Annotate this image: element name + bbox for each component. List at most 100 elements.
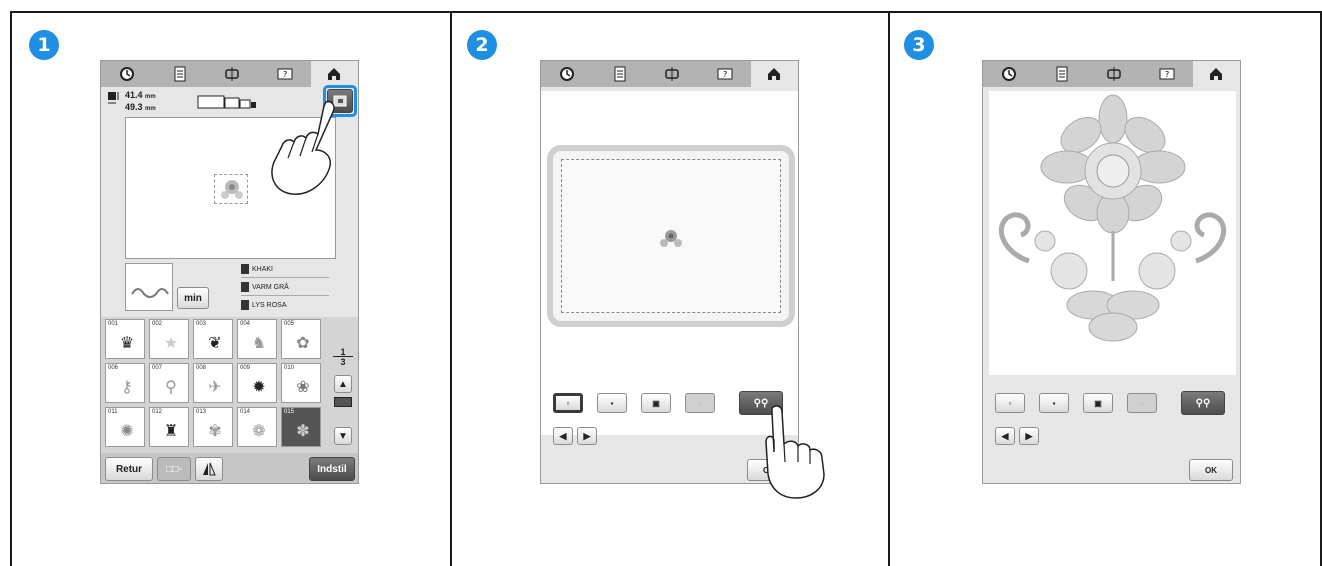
document-button[interactable]: [593, 61, 645, 87]
document-icon: [614, 66, 626, 82]
hoop-icon: ▫: [1140, 398, 1144, 408]
svg-text:?: ?: [283, 70, 287, 79]
hoop-layout-button[interactable]: □□▫: [157, 457, 191, 481]
mirror-button[interactable]: [195, 457, 223, 481]
pattern-cell[interactable]: 005 ✿: [281, 319, 321, 359]
rotate-left-button[interactable]: ◀: [553, 427, 573, 445]
hoop-button[interactable]: [206, 61, 258, 87]
pattern-cell[interactable]: 012 ♜: [149, 407, 189, 447]
key-icon: ⚲: [165, 379, 177, 396]
thread-color-2: VARM GRÅ: [241, 282, 289, 292]
hoop-size-2-button[interactable]: ▪: [1039, 393, 1069, 413]
help-button[interactable]: ?: [1140, 61, 1192, 87]
home-button[interactable]: [310, 61, 358, 87]
clock-icon: [120, 67, 135, 81]
topbar: ?: [101, 61, 358, 87]
pattern-cell[interactable]: 008 ✈: [193, 363, 233, 403]
flower-design-icon: [214, 174, 248, 204]
ok-button[interactable]: OK: [1189, 459, 1233, 481]
hand-pointer-icon: [754, 404, 834, 500]
scrollbar-thumb[interactable]: [334, 397, 352, 407]
document-icon: [174, 66, 186, 82]
hoop-size-indicator: [197, 95, 257, 109]
zoom-toggle-button[interactable]: ⚲⚲: [1181, 391, 1225, 415]
star-icon: ★: [163, 335, 179, 352]
home-button[interactable]: [750, 61, 798, 87]
triangle-right-icon: ▶: [583, 430, 591, 441]
lion-icon: ♜: [163, 423, 179, 440]
pattern-cell[interactable]: 009 ✹: [237, 363, 277, 403]
pattern-cell[interactable]: 004 ♞: [237, 319, 277, 359]
help-button[interactable]: ?: [698, 61, 750, 87]
hoop-size-1-button[interactable]: ▫: [553, 393, 583, 413]
hoop-icon: [1107, 67, 1121, 81]
retur-button[interactable]: Retur: [105, 457, 153, 481]
hoop-size-4-button[interactable]: ▫: [685, 393, 715, 413]
preview-canvas: [541, 91, 798, 435]
size-icon: [107, 91, 121, 105]
help-icon: ?: [717, 68, 733, 80]
pattern-icon: ❦: [208, 335, 222, 352]
bottom-bar: Retur □□▫ Indstil: [101, 453, 358, 483]
document-button[interactable]: [1035, 61, 1087, 87]
clock-icon: [1002, 67, 1017, 81]
rotate-right-button[interactable]: ▶: [1019, 427, 1039, 445]
thread-color-1: KHAKI: [241, 264, 273, 274]
home-icon: [768, 68, 781, 80]
divider-2: [888, 13, 890, 566]
scroll-down-button[interactable]: ▼: [334, 427, 352, 445]
hoop-button[interactable]: [646, 61, 698, 87]
clock-button[interactable]: [983, 61, 1035, 87]
pattern-cell[interactable]: 013 ✾: [193, 407, 233, 447]
hoop-size-2-button[interactable]: ▪: [597, 393, 627, 413]
scroll-up-button[interactable]: ▲: [334, 375, 352, 393]
pattern-cell[interactable]: 006 ⚷: [105, 363, 145, 403]
hand-pointer-icon: [266, 98, 350, 198]
hoop-size-3-button[interactable]: ▣: [641, 393, 671, 413]
hoop-icon: ▣: [652, 398, 660, 408]
clock-button[interactable]: [101, 61, 153, 87]
pattern-cell[interactable]: 002 ★: [149, 319, 189, 359]
hoop-icon: [665, 67, 679, 81]
rotate-left-button[interactable]: ◀: [995, 427, 1015, 445]
flower-design-icon: ✽: [296, 423, 310, 440]
indstil-button[interactable]: Indstil: [309, 457, 355, 481]
triangle-up-icon: ▲: [338, 378, 348, 390]
svg-text:?: ?: [723, 70, 727, 79]
min-button[interactable]: min: [177, 287, 209, 309]
document-button[interactable]: [153, 61, 205, 87]
pattern-cell[interactable]: 001 ♛: [105, 319, 145, 359]
hoop-icon: ▪: [610, 398, 614, 408]
pattern-cell[interactable]: 011 ✺: [105, 407, 145, 447]
pattern-cell[interactable]: 014 ❁: [237, 407, 277, 447]
home-button[interactable]: [1192, 61, 1240, 87]
flower-design-icon: [998, 94, 1227, 342]
pattern-cell[interactable]: 007 ⚲: [149, 363, 189, 403]
hoop-size-4-button[interactable]: ▫: [1127, 393, 1157, 413]
key-icon: ⚷: [121, 379, 133, 396]
flower-icon: ✹: [252, 379, 266, 396]
rotate-right-button[interactable]: ▶: [577, 427, 597, 445]
pattern-cell[interactable]: 003 ❦: [193, 319, 233, 359]
pattern-icon: ❁: [252, 423, 266, 440]
crown-icon: ♛: [119, 335, 135, 352]
svg-text:?: ?: [1165, 70, 1169, 79]
hoop-size-1-button[interactable]: ▫: [995, 393, 1025, 413]
triangle-right-icon: ▶: [1025, 430, 1033, 441]
screen-zoomed-preview: ? ▫ ▪ ▣ ▫ ⚲⚲ ◀ ▶ OK: [982, 60, 1241, 484]
clock-button[interactable]: [541, 61, 593, 87]
topbar: ?: [541, 61, 798, 87]
hoop-size-3-button[interactable]: ▣: [1083, 393, 1113, 413]
pattern-cell-selected[interactable]: 015 ✽: [281, 407, 321, 447]
clock-icon: [560, 67, 575, 81]
bird-icon: ✈: [208, 379, 222, 396]
hoop-button[interactable]: [1088, 61, 1140, 87]
hoop-icon: [225, 67, 239, 81]
help-button[interactable]: ?: [258, 61, 310, 87]
triangle-left-icon: ◀: [559, 430, 567, 441]
design-dimensions: 41.4 mm 49.3 mm: [125, 90, 156, 112]
pattern-cell[interactable]: 010 ❀: [281, 363, 321, 403]
home-icon: [328, 68, 341, 80]
hoop-icon: ▫: [698, 398, 702, 408]
mirror-icon: [203, 462, 216, 476]
